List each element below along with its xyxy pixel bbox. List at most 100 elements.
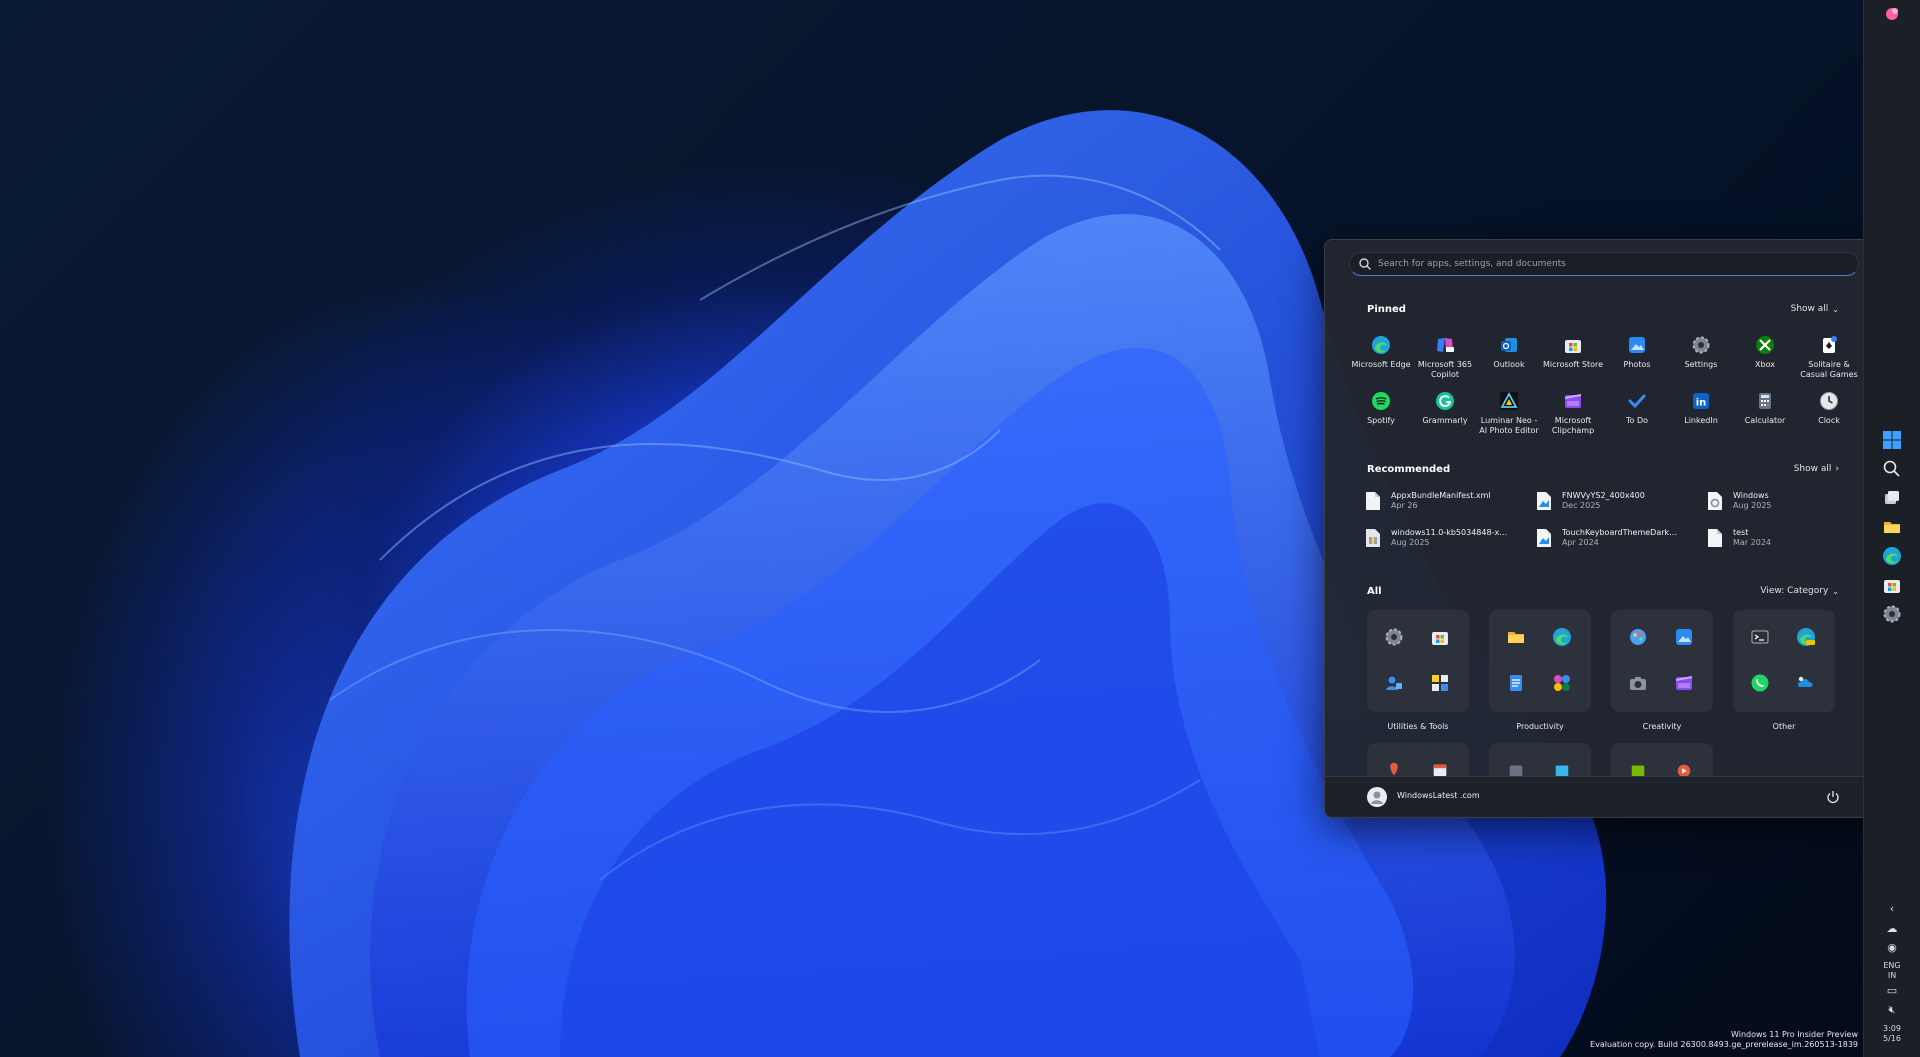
office-apps-icon [1539,660,1585,706]
pinned-app-luminar[interactable]: Luminar Neo - AI Photo Editor [1477,388,1541,444]
edge-canary-icon [1783,614,1829,660]
all-title: All [1367,586,1382,597]
onedrive-tray-icon[interactable]: ☁ [1880,922,1904,942]
category-utilities-tools[interactable]: Utilities & Tools [1367,610,1469,731]
category-icon-grid [1611,610,1713,712]
category-other[interactable]: Other [1733,610,1835,731]
pinned-app-photos[interactable]: Photos [1605,332,1669,388]
category-productivity[interactable]: Productivity [1489,610,1591,731]
store-button[interactable] [1878,571,1906,599]
pinned-app-label: LinkedIn [1684,416,1718,425]
photos-icon [1626,334,1648,356]
recommended-item[interactable]: test Mar 2024 [1707,528,1845,565]
category-label: Other [1772,722,1796,731]
clock-tray[interactable]: 3:09 5/16 [1864,1024,1920,1044]
user-icon [1371,791,1383,804]
clipchamp-icon [1661,660,1707,706]
file-explorer-icon [1884,522,1900,533]
language-region: IN [1887,971,1897,980]
pinned-app-outlook[interactable]: Outlook [1477,332,1541,388]
category-label: Productivity [1516,722,1564,731]
recommended-item[interactable]: windows11.0-kb5034848-x64_... Aug 2025 [1365,528,1536,565]
recommended-item[interactable]: Windows Aug 2025 [1707,491,1845,528]
pinned-app-edge[interactable]: Microsoft Edge [1349,332,1413,388]
pinned-app-clipchamp[interactable]: Microsoft Clipchamp [1541,388,1605,444]
watermark-line-2: Evaluation copy. Build 26300.8493.ge_pre… [1590,1040,1858,1049]
pinned-app-label: Microsoft Store [1542,360,1604,369]
pinned-app-label: Grammarly [1422,416,1468,425]
category-folder[interactable] [1611,743,1713,779]
user-name[interactable]: WindowsLatest .com [1397,791,1480,800]
pinned-app-linkedin[interactable]: in LinkedIn [1669,388,1733,444]
pinned-app-label: Microsoft 365 Copilot [1417,360,1473,379]
user-avatar[interactable] [1367,787,1387,807]
edge-icon [1539,614,1585,660]
pinned-app-calculator[interactable]: Calculator [1733,388,1797,444]
pinned-app-label: Photos [1623,360,1651,369]
pinned-app-clock[interactable]: Clock [1797,388,1861,444]
power-button[interactable] [1825,789,1841,805]
recommended-show-all-button[interactable]: Show all › [1794,464,1839,474]
pinned-app-label: Luminar Neo - AI Photo Editor [1479,416,1539,435]
pinned-app-solitaire[interactable]: Solitaire & Casual Games [1797,332,1861,388]
evaluation-watermark: Windows 11 Pro Insider Preview Evaluatio… [1590,1030,1858,1050]
pinned-title: Pinned [1367,304,1406,315]
edge-icon [1370,334,1392,356]
copilot-icon[interactable] [1878,0,1906,28]
settings-icon [1883,605,1901,623]
pinned-show-all-button[interactable]: Show all ⌄ [1791,304,1839,314]
category-icon-grid [1367,743,1469,779]
whatsapp-icon [1737,660,1783,706]
settings-icon [1690,334,1712,356]
package-file-icon [1366,529,1380,547]
task-view-button[interactable] [1878,484,1906,512]
settings-button[interactable] [1878,600,1906,628]
file-explorer-icon [1493,614,1539,660]
category-folder[interactable] [1489,743,1591,779]
recommended-item-name: TouchKeyboardThemeDark000 [1562,528,1682,537]
network-icon[interactable]: ◉ [1880,941,1904,961]
pinned-app-m365-copilot[interactable]: Microsoft 365 Copilot [1413,332,1477,388]
solitaire-icon [1818,334,1840,356]
pinned-app-label: Spotify [1367,416,1395,425]
pinned-app-label: To Do [1625,416,1649,425]
pinned-app-store[interactable]: Microsoft Store [1541,332,1605,388]
edge-icon [1883,547,1901,565]
recommended-item[interactable]: AppxBundleManifest.xml Apr 26 [1365,491,1536,528]
start-button[interactable] [1878,426,1906,454]
category-icon-grid [1733,610,1835,712]
pinned-app-spotify[interactable]: Spotify [1349,388,1413,444]
file-explorer-button[interactable] [1878,513,1906,541]
recommended-item-date: Aug 2025 [1391,538,1430,547]
pinned-app-label: Calculator [1744,416,1786,425]
pinned-app-xbox[interactable]: Xbox [1733,332,1797,388]
edge-button[interactable] [1878,542,1906,570]
category-folder[interactable] [1367,743,1469,779]
onedrive-icon [1783,660,1829,706]
pinned-app-grammarly[interactable]: Grammarly [1413,388,1477,444]
pinned-app-label: Microsoft Clipchamp [1551,416,1595,435]
pinned-app-todo[interactable]: To Do [1605,388,1669,444]
pinned-app-settings[interactable]: Settings [1669,332,1733,388]
recommended-item[interactable]: TouchKeyboardThemeDark000 Apr 2024 [1536,528,1707,565]
start-footer: WindowsLatest .com [1325,776,1881,817]
view-category-label: View: Category [1760,586,1829,596]
view-category-button[interactable]: View: Category ⌄ [1760,586,1839,596]
recommended-item[interactable]: FNWVyYS2_400x400 Dec 2025 [1536,491,1707,528]
taskbar-search-button[interactable] [1878,455,1906,483]
power-icon [1827,791,1839,804]
spotify-icon [1370,390,1392,412]
chevron-up-icon[interactable]: ‹ [1880,902,1904,922]
store-icon [1884,580,1900,593]
recommended-item-date: Dec 2025 [1562,501,1601,510]
todo-icon [1626,390,1648,412]
volume-muted-icon[interactable]: 🔇︎ [1880,1003,1904,1023]
category-creativity[interactable]: Creativity [1611,610,1713,731]
camera-icon [1615,660,1661,706]
display-icon[interactable]: ▭ [1880,984,1904,1004]
search-input[interactable] [1376,258,1840,270]
taskbar-vertical: ‹ ☁ ◉ ENG IN ▭ 🔇︎ 3:09 5/16 [1863,0,1920,1057]
language-indicator[interactable]: ENG IN [1864,961,1920,981]
pinned-app-label: Xbox [1755,360,1775,369]
search-box[interactable] [1349,252,1859,276]
